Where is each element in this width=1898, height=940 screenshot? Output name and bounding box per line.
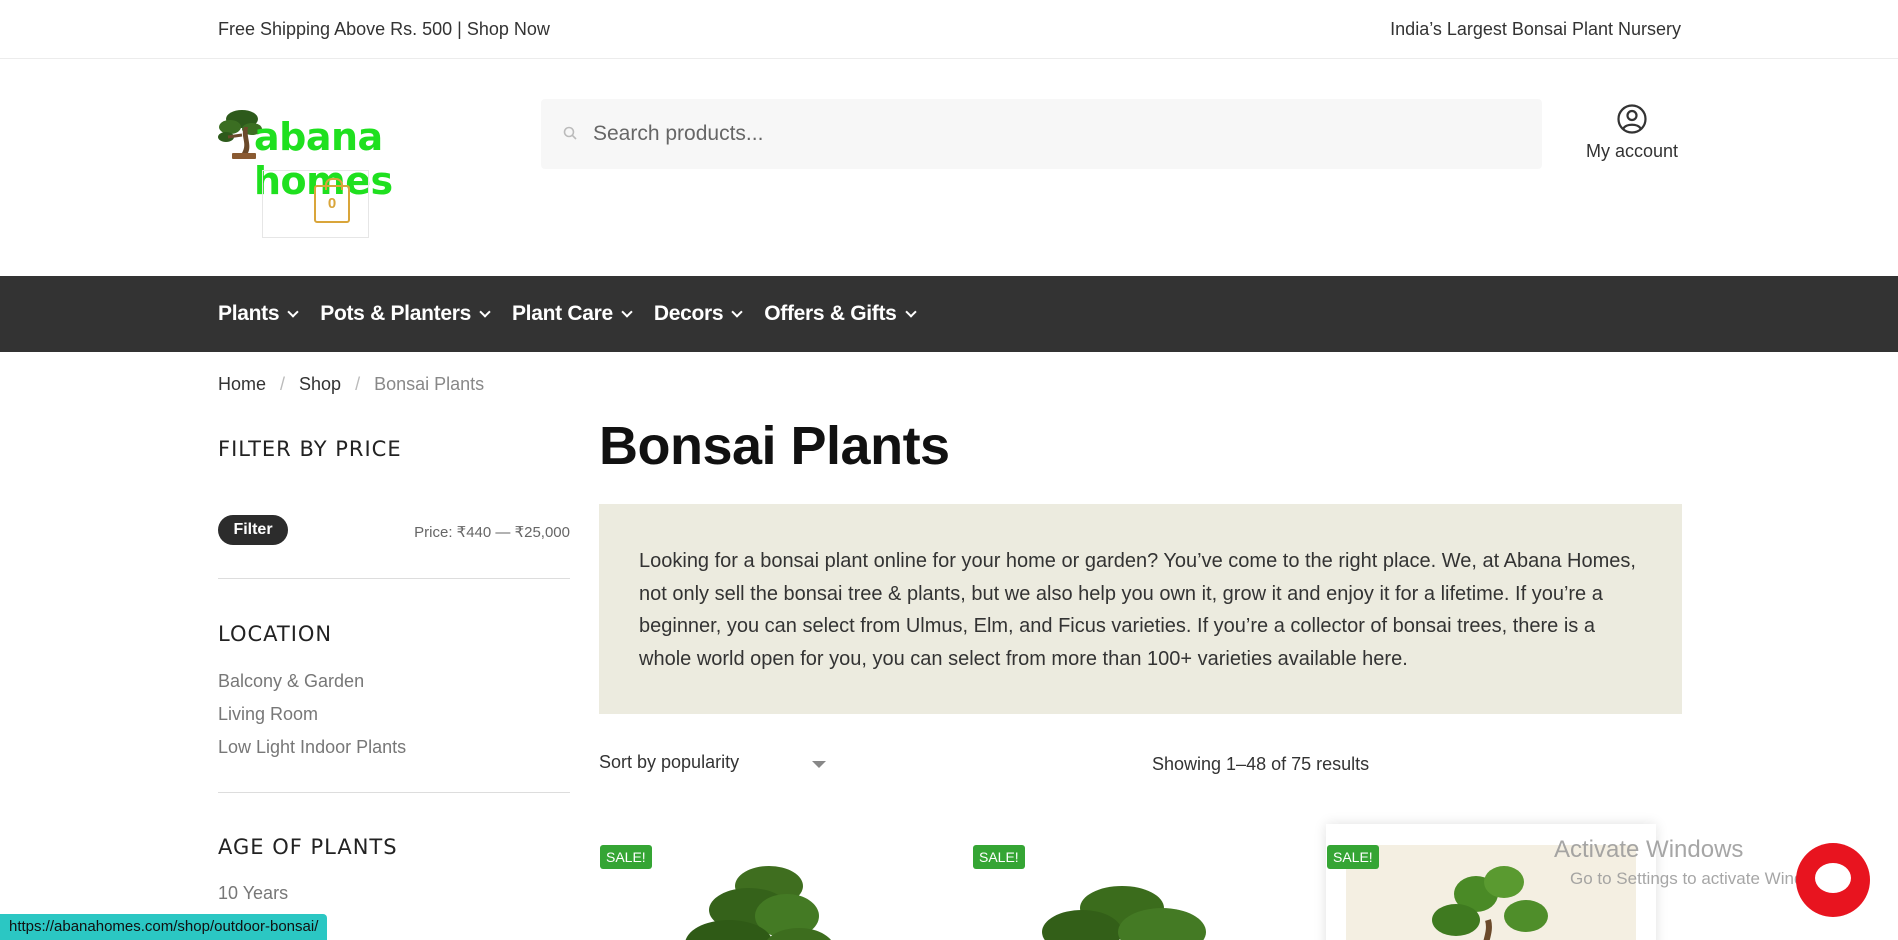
location-item[interactable]: Low Light Indoor Plants xyxy=(218,731,406,764)
filter-button[interactable]: Filter xyxy=(218,515,288,545)
dropdown-caret-icon xyxy=(812,761,826,768)
nav-item-decors[interactable]: Decors xyxy=(653,302,743,326)
product-card[interactable]: SALE! xyxy=(972,824,1302,940)
nav-item-label: Decors xyxy=(653,302,724,325)
location-list: Balcony & Garden Living Room Low Light I… xyxy=(218,665,406,764)
sort-select[interactable]: Sort by popularity xyxy=(599,752,829,773)
price-filter-title: FILTER BY PRICE xyxy=(218,437,402,461)
nav-item-label: Pots & Planters xyxy=(320,302,471,325)
nav-item-plant-care[interactable]: Plant Care xyxy=(511,302,633,326)
tagline: India’s Largest Bonsai Plant Nursery xyxy=(1390,19,1681,39)
nav-item-label: Plant Care xyxy=(511,302,613,325)
price-range-label: Price: ₹440 — ₹25,000 xyxy=(414,524,570,541)
sort-label: Sort by popularity xyxy=(599,752,740,772)
breadcrumb-separator: / xyxy=(355,374,361,394)
divider xyxy=(218,578,570,579)
site-logo[interactable]: abana homes xyxy=(218,105,483,203)
breadcrumb-current: Bonsai Plants xyxy=(374,374,485,394)
nav-item-label: Plants xyxy=(218,302,280,325)
sale-badge: SALE! xyxy=(600,845,652,869)
product-image xyxy=(685,866,832,940)
chevron-down-icon xyxy=(621,306,633,318)
search-bar xyxy=(541,99,1542,169)
age-list: 10 Years xyxy=(218,877,288,910)
breadcrumb-separator: / xyxy=(280,374,286,394)
location-item[interactable]: Living Room xyxy=(218,698,406,731)
status-bar-url: https://abanahomes.com/shop/outdoor-bons… xyxy=(0,914,328,940)
breadcrumb: Home / Shop / Bonsai Plants xyxy=(218,374,484,395)
main-navigation: Plants Pots & Planters Plant Care Decors… xyxy=(0,276,1898,352)
sale-badge: SALE! xyxy=(1327,845,1379,869)
age-filter-title: AGE OF PLANTS xyxy=(218,835,398,859)
chat-bubble-icon xyxy=(1815,863,1851,893)
chevron-down-icon xyxy=(904,306,917,318)
category-description: Looking for a bonsai plant online for yo… xyxy=(599,504,1682,714)
nav-item-offers-gifts[interactable]: Offers & Gifts xyxy=(764,302,917,326)
top-bar: Free Shipping Above Rs. 500 | Shop Now I… xyxy=(0,0,1898,59)
page-title: Bonsai Plants xyxy=(599,416,950,476)
nav-item-pots-planters[interactable]: Pots & Planters xyxy=(320,302,491,326)
chevron-down-icon xyxy=(479,306,491,318)
divider xyxy=(218,792,570,793)
nav-item-plants[interactable]: Plants xyxy=(218,302,299,326)
activate-title: Activate Windows xyxy=(1554,836,1744,863)
chat-button[interactable] xyxy=(1796,843,1870,917)
product-image xyxy=(1042,886,1206,940)
chevron-down-icon xyxy=(287,306,299,318)
result-count: Showing 1–48 of 75 results xyxy=(1152,754,1370,774)
product-card[interactable]: SALE! xyxy=(599,824,929,940)
my-account-link[interactable]: My account xyxy=(1578,103,1686,162)
filter-sidebar: FILTER BY PRICE Filter Price: ₹440 — ₹25… xyxy=(218,437,570,903)
product-listing: Bonsai Plants Looking for a bonsai plant… xyxy=(599,415,1682,940)
sale-badge: SALE! xyxy=(973,845,1025,869)
breadcrumb-home[interactable]: Home xyxy=(218,374,266,394)
account-label: My account xyxy=(1585,141,1679,161)
age-item[interactable]: 10 Years xyxy=(218,877,288,910)
user-account-icon xyxy=(1617,104,1647,134)
nav-item-label: Offers & Gifts xyxy=(764,302,897,325)
cart-button[interactable]: 0 xyxy=(262,170,369,238)
location-item[interactable]: Balcony & Garden xyxy=(218,665,406,698)
site-header: abana homes 0 My account xyxy=(0,59,1898,276)
search-icon xyxy=(563,126,577,140)
chevron-down-icon xyxy=(731,306,743,318)
cart-count: 0 xyxy=(327,195,337,212)
search-input[interactable] xyxy=(593,99,1523,169)
breadcrumb-shop[interactable]: Shop xyxy=(299,374,341,394)
location-filter-title: LOCATION xyxy=(218,622,333,646)
shipping-notice-link[interactable]: Free Shipping Above Rs. 500 | Shop Now xyxy=(218,19,550,40)
shopping-bag-icon: 0 xyxy=(314,178,350,223)
